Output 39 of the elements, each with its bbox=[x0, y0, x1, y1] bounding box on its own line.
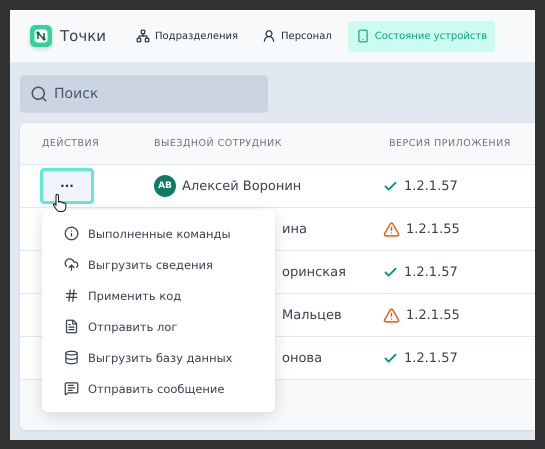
nav-tab[interactable]: Персонал bbox=[254, 20, 340, 52]
search-field[interactable]: Поиск bbox=[20, 75, 268, 113]
menu-item[interactable]: Выгрузить базу данных bbox=[42, 342, 275, 373]
app-version: 1.2.1.57 bbox=[404, 178, 458, 194]
app-logo-icon bbox=[30, 25, 52, 47]
app-version: 1.2.1.57 bbox=[404, 264, 458, 280]
employee-name: Мальцев bbox=[282, 308, 342, 322]
employee-name: онова bbox=[282, 350, 322, 366]
employee-name: Алексей Воронин bbox=[182, 178, 302, 194]
hash-icon bbox=[64, 288, 79, 303]
avatar: АВ bbox=[154, 175, 176, 197]
warning-icon bbox=[383, 306, 400, 324]
column-header: ДЕЙСТВИЯ bbox=[41, 136, 100, 151]
menu-item[interactable]: Выгрузить сведения bbox=[42, 249, 275, 280]
menu-item[interactable]: Выполненные команды bbox=[42, 218, 275, 249]
column-header: ВЫЕЗДНОЙ СОТРУДНИК bbox=[153, 136, 284, 151]
menu-item[interactable]: Отправить лог bbox=[42, 311, 275, 342]
cloud-upload-icon bbox=[64, 257, 79, 272]
more-actions-button[interactable]: ··· bbox=[40, 168, 94, 204]
phone-icon bbox=[356, 29, 370, 43]
message-icon bbox=[64, 381, 79, 396]
document-icon bbox=[64, 319, 79, 334]
employee-name: ина bbox=[282, 222, 307, 236]
search-icon bbox=[30, 85, 48, 103]
app-version: 1.2.1.55 bbox=[406, 222, 460, 236]
column-header: ВЕРСИЯ ПРИЛОЖЕНИЯ bbox=[388, 137, 512, 151]
menu-item[interactable]: Применить код bbox=[42, 280, 275, 311]
app-version: 1.2.1.57 bbox=[404, 350, 458, 366]
employee-name: оринская bbox=[282, 264, 346, 280]
hierarchy-icon bbox=[136, 29, 150, 43]
search-placeholder: Поиск bbox=[54, 86, 98, 102]
nav-tab[interactable]: Подразделения bbox=[128, 20, 246, 52]
user-icon bbox=[262, 29, 276, 43]
app-title: Точки bbox=[60, 27, 106, 45]
database-icon bbox=[64, 350, 79, 365]
app-version: 1.2.1.55 bbox=[406, 308, 460, 322]
menu-item[interactable]: Отправить сообщение bbox=[42, 373, 275, 404]
info-icon bbox=[64, 226, 79, 241]
warning-icon bbox=[383, 220, 400, 238]
